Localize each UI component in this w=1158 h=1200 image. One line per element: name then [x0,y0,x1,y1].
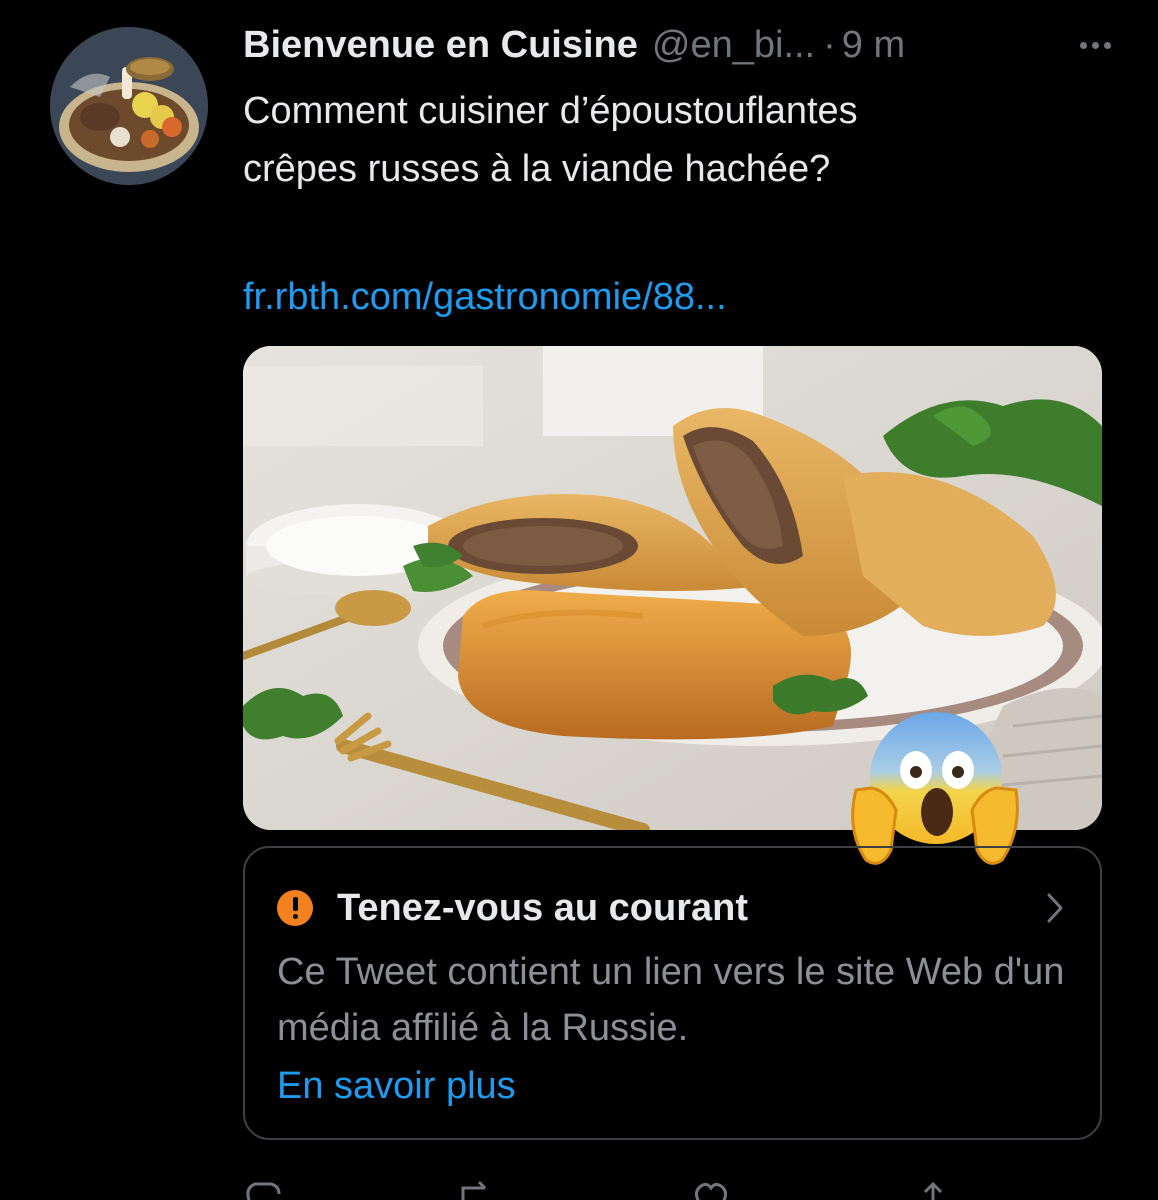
reply-icon[interactable] [243,1178,283,1200]
tweet-text-line: Comment cuisiner d’époustouflantes [243,90,858,132]
tweet-text-line: crêpes russes à la viande hachée? [243,148,831,190]
tweet-actions [243,1178,1103,1200]
separator-dot: · [823,24,836,66]
notice-header: Tenez-vous au courant [277,884,1070,932]
chevron-right-icon[interactable] [1040,888,1070,928]
share-icon[interactable] [913,1178,953,1200]
notice-title: Tenez-vous au courant [337,886,749,929]
user-handle[interactable]: @en_bi... [652,22,815,68]
display-name[interactable]: Bienvenue en Cuisine [243,22,638,68]
timestamp[interactable]: 9 m [842,22,905,68]
tweet-link[interactable]: fr.rbth.com/gastronomie/88... [243,268,727,326]
tweet-text: Comment cuisiner d’époustouflantes crêpe… [243,82,1103,198]
media-affiliation-notice[interactable]: Tenez-vous au courant Ce Tweet contient … [243,846,1102,1140]
tweet-header: Bienvenue en Cuisine @en_bi... · 9 m [243,22,1118,68]
more-horizontal-icon[interactable] [1072,22,1118,68]
learn-more-link[interactable]: En savoir plus [277,1058,516,1114]
warning-circle-icon [277,890,313,926]
notice-text: Ce Tweet contient un lien vers le site W… [277,951,1065,1049]
retweet-icon[interactable] [455,1178,495,1200]
avatar[interactable] [50,27,208,185]
tweet[interactable]: Bienvenue en Cuisine @en_bi... · 9 m Com… [0,0,1158,1200]
heart-icon[interactable] [691,1178,731,1200]
